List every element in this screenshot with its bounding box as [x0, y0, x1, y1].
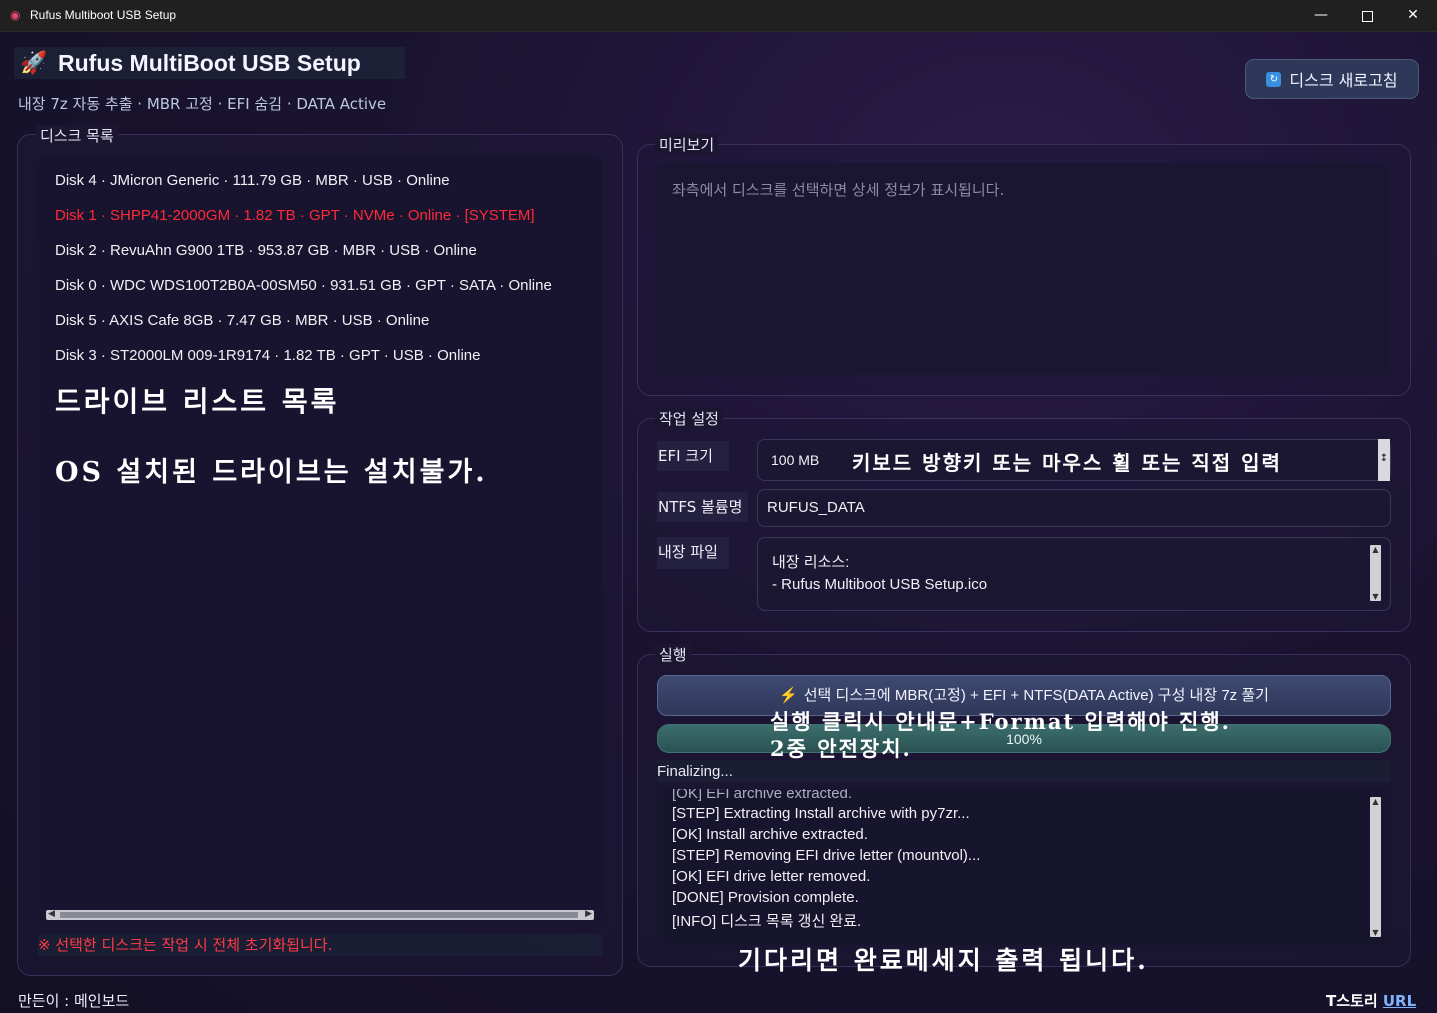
app-title: Rufus MultiBoot USB Setup [58, 50, 361, 76]
settings-label: 작업 설정 [655, 408, 723, 429]
disk-list[interactable] [38, 155, 602, 925]
disk-row[interactable]: Disk 4 · JMicron Generic · 111.79 GB · M… [55, 172, 450, 189]
ntfs-volume-label: NTFS 볼륨명 [657, 492, 748, 522]
embedded-files-vscrollbar[interactable]: ▲ ▼ [1370, 545, 1381, 601]
scroll-up-icon[interactable]: ▲ [1370, 545, 1381, 554]
embedded-files-line: 내장 리소스: [772, 554, 850, 571]
close-button[interactable]: ✕ [1390, 0, 1436, 31]
annotation-run-confirm: 실행 클릭시 안내문+Format 입력해야 진행. [770, 709, 1231, 734]
author-credit: 만든이 : 메인보드 [18, 992, 130, 1010]
log-line: [DONE] Provision complete. [672, 889, 859, 906]
app-icon: ◉ [10, 8, 21, 22]
blog-prefix: T스토리 [1326, 992, 1378, 1010]
disk-row[interactable]: Disk 3 · ST2000LM 009-1R9174 · 1.82 TB ·… [55, 347, 480, 364]
annotation-os-drive: OS 설치된 드라이브는 설치불가. [55, 457, 488, 488]
efi-size-value: 100 MB [771, 452, 820, 468]
status-text: Finalizing... [657, 760, 1391, 782]
log-line: [INFO] 디스크 목록 갱신 완료. [672, 913, 862, 930]
embedded-files-label: 내장 파일 [657, 537, 729, 569]
refresh-icon: ↻ [1266, 71, 1282, 87]
run-button-label: 선택 디스크에 MBR(고정) + EFI + NTFS(DATA Active… [803, 687, 1269, 704]
log-line-clipped: [OK] EFI archive extracted. [672, 789, 853, 802]
disk-list-label: 디스크 목록 [36, 125, 118, 146]
annotation-drive-list: 드라이브 리스트 목록 [55, 385, 340, 418]
maximize-button[interactable] [1344, 0, 1390, 31]
scroll-left-icon[interactable]: ◀ [48, 909, 55, 919]
blog-url-link[interactable]: URL [1383, 992, 1416, 1010]
preview-label: 미리보기 [655, 134, 719, 155]
scrollbar-thumb[interactable] [60, 912, 578, 918]
app-subtitle: 내장 7z 자동 추출 · MBR 고정 · EFI 숨김 · DATA Act… [18, 95, 387, 113]
refresh-label: 디스크 새로고침 [1289, 71, 1398, 90]
window-title: Rufus Multiboot USB Setup [30, 8, 177, 22]
scroll-down-icon[interactable]: ▼ [1370, 592, 1381, 601]
maximize-icon [1361, 11, 1373, 22]
ntfs-volume-value: RUFUS_DATA [767, 499, 865, 516]
disk-row[interactable]: Disk 5 · AXIS Cafe 8GB · 7.47 GB · MBR ·… [55, 312, 429, 329]
format-warning: ※ 선택한 디스크는 작업 시 전체 초기화됩니다. [38, 934, 602, 956]
log-line: [OK] EFI drive letter removed. [672, 868, 871, 885]
embedded-files-line: - Rufus Multiboot USB Setup.ico [772, 576, 988, 593]
preview-placeholder: 좌측에서 디스크를 선택하면 상세 정보가 표시됩니다. [672, 181, 1005, 199]
annotation-completion: 기다리면 완료메세지 출력 됩니다. [738, 946, 1149, 975]
scroll-right-icon[interactable]: ▶ [585, 909, 592, 919]
disk-row[interactable]: Disk 2 · RevuAhn G900 1TB · 953.87 GB · … [55, 242, 477, 259]
execute-label: 실행 [655, 644, 691, 665]
embedded-files-box[interactable]: 내장 리소스: - Rufus Multiboot USB Setup.ico [757, 537, 1391, 611]
log-line: [STEP] Extracting Install archive with p… [672, 805, 970, 822]
log-vscrollbar[interactable]: ▲ ▼ [1370, 797, 1381, 937]
rocket-icon: 🚀 [20, 51, 48, 76]
lightning-icon: ⚡ [779, 687, 798, 704]
efi-size-label: EFI 크기 [657, 441, 729, 471]
ntfs-volume-input[interactable]: RUFUS_DATA [757, 489, 1391, 527]
disk-row-system[interactable]: Disk 1 · SHPP41-2000GM · 1.82 TB · GPT ·… [55, 207, 535, 224]
minimize-button[interactable]: — [1298, 0, 1344, 31]
disk-list-hscrollbar[interactable]: ◀ ▶ [46, 909, 594, 920]
log-line: [STEP] Removing EFI drive letter (mountv… [672, 847, 981, 864]
scroll-up-icon[interactable]: ▲ [1370, 797, 1381, 806]
disk-row[interactable]: Disk 0 · WDC WDS100T2B0A-00SM50 · 931.51… [55, 277, 552, 294]
refresh-disks-button[interactable]: ↻ 디스크 새로고침 [1245, 59, 1419, 99]
log-line: [OK] Install archive extracted. [672, 826, 868, 843]
spin-arrows-icon[interactable]: ↕ [1378, 439, 1390, 481]
annotation-efi-input: 키보드 방향키 또는 마우스 휠 또는 직접 입력 [852, 451, 1282, 475]
window-titlebar: ◉ Rufus Multiboot USB Setup — ✕ [0, 0, 1437, 32]
scroll-down-icon[interactable]: ▼ [1370, 928, 1381, 937]
log-box[interactable]: [OK] EFI archive extracted. [STEP] Extra… [657, 789, 1391, 945]
blog-credit: T스토리 URL [1326, 990, 1416, 1011]
annotation-safety: 2중 안전장치. [770, 736, 912, 761]
